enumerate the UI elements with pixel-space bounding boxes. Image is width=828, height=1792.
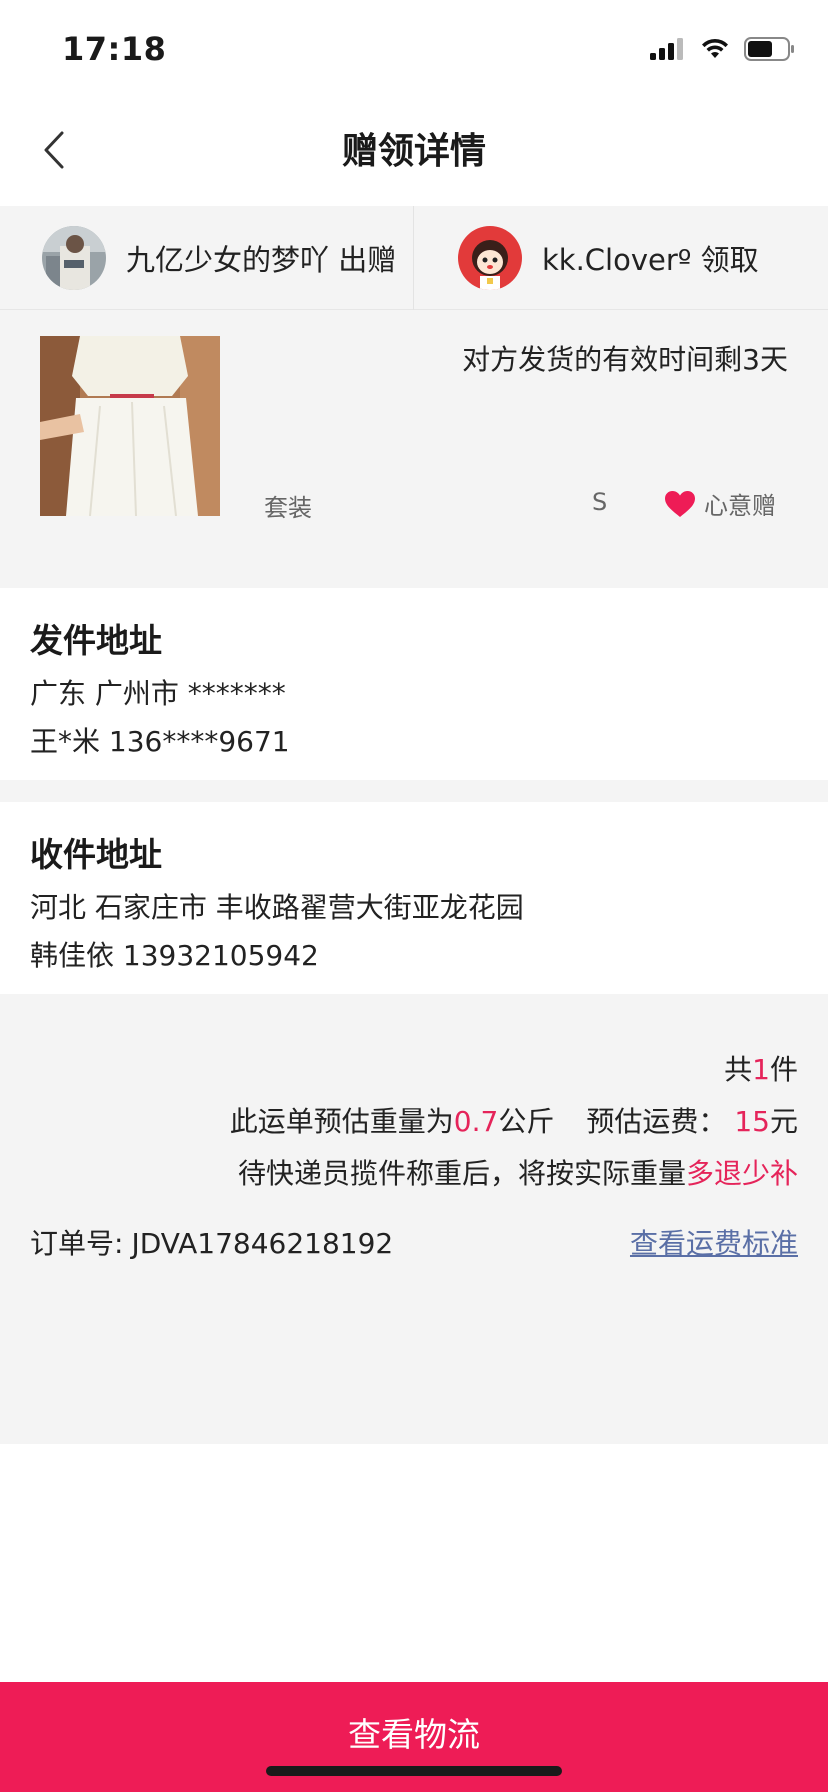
shipping-summary: 共1件 此运单预估重量为0.7公斤 预估运费： 15元 待快递员揽件称重后，将按实际…	[0, 994, 828, 1444]
home-indicator	[266, 1766, 562, 1776]
ship-deadline: 对方发货的有效时间剩3天	[462, 343, 788, 376]
gift-type: 心意赠	[664, 486, 776, 521]
nav-bar: 赠领详情	[0, 96, 828, 206]
item-name: 套装	[264, 494, 312, 522]
send-address-title: 发件地址	[30, 621, 162, 660]
send-address: 发件地址 广东 广州市 ******* 王*米 136****9671	[0, 588, 828, 780]
sender-action: 出赠	[338, 243, 397, 277]
item-size: S	[592, 488, 608, 516]
receive-address-location: 河北 石家庄市 丰收路翟营大街亚龙花园	[30, 891, 524, 924]
receiver-party[interactable]: kk.Cloverº 领取	[414, 206, 828, 310]
receive-address-contact: 韩佳依 13932105942	[30, 939, 319, 972]
fee-standard-link[interactable]: 查看运费标准	[630, 1222, 798, 1262]
gift-type-label: 心意赠	[704, 492, 776, 520]
order-number: 订单号: JDVA17846218192	[30, 1227, 394, 1260]
send-address-contact: 王*米 136****9671	[30, 725, 290, 758]
party-row: 九亿少女的梦吖 出赠 kk.Cloverº 领取	[0, 206, 828, 310]
wifi-icon	[702, 38, 728, 58]
gift-info: 九亿少女的梦吖 出赠 kk.Cloverº 领取 对方发货的有效时间剩3天 套装…	[0, 206, 828, 588]
view-logistics-label: 查看物流	[348, 1715, 480, 1754]
sender-name: 九亿少女的梦吖	[126, 243, 330, 277]
battery-icon	[744, 37, 794, 61]
item-photo[interactable]	[40, 336, 220, 516]
heart-icon	[665, 490, 695, 517]
send-address-location: 广东 广州市 *******	[30, 677, 286, 710]
receiver-name: kk.Cloverº	[542, 243, 692, 277]
sender-avatar[interactable]	[42, 226, 106, 290]
weight-note: 待快递员揽件称重后，将按实际重量多退少补	[237, 1157, 798, 1190]
receiver-action: 领取	[700, 243, 759, 277]
status-icons	[650, 34, 796, 64]
sender-text: 九亿少女的梦吖 出赠	[126, 237, 396, 279]
receive-address: 收件地址 河北 石家庄市 丰收路翟营大街亚龙花园 韩佳依 13932105942	[0, 802, 828, 994]
weight-fee-line: 此运单预估重量为0.7公斤 预估运费： 15元	[229, 1105, 798, 1138]
status-time: 17:18	[62, 30, 167, 68]
sender-party[interactable]: 九亿少女的梦吖 出赠	[0, 206, 414, 310]
receive-address-title: 收件地址	[30, 835, 162, 874]
section-divider	[0, 780, 828, 802]
cellular-signal-icon	[650, 38, 683, 60]
item-count: 共1件	[724, 1053, 798, 1086]
status-bar: 17:18	[0, 0, 828, 96]
page-title: 赠领详情	[341, 131, 486, 172]
receiver-avatar[interactable]	[458, 226, 522, 290]
receiver-text: kk.Cloverº 领取	[542, 237, 759, 279]
item-row[interactable]: 对方发货的有效时间剩3天 套装 S 心意赠	[0, 310, 828, 588]
